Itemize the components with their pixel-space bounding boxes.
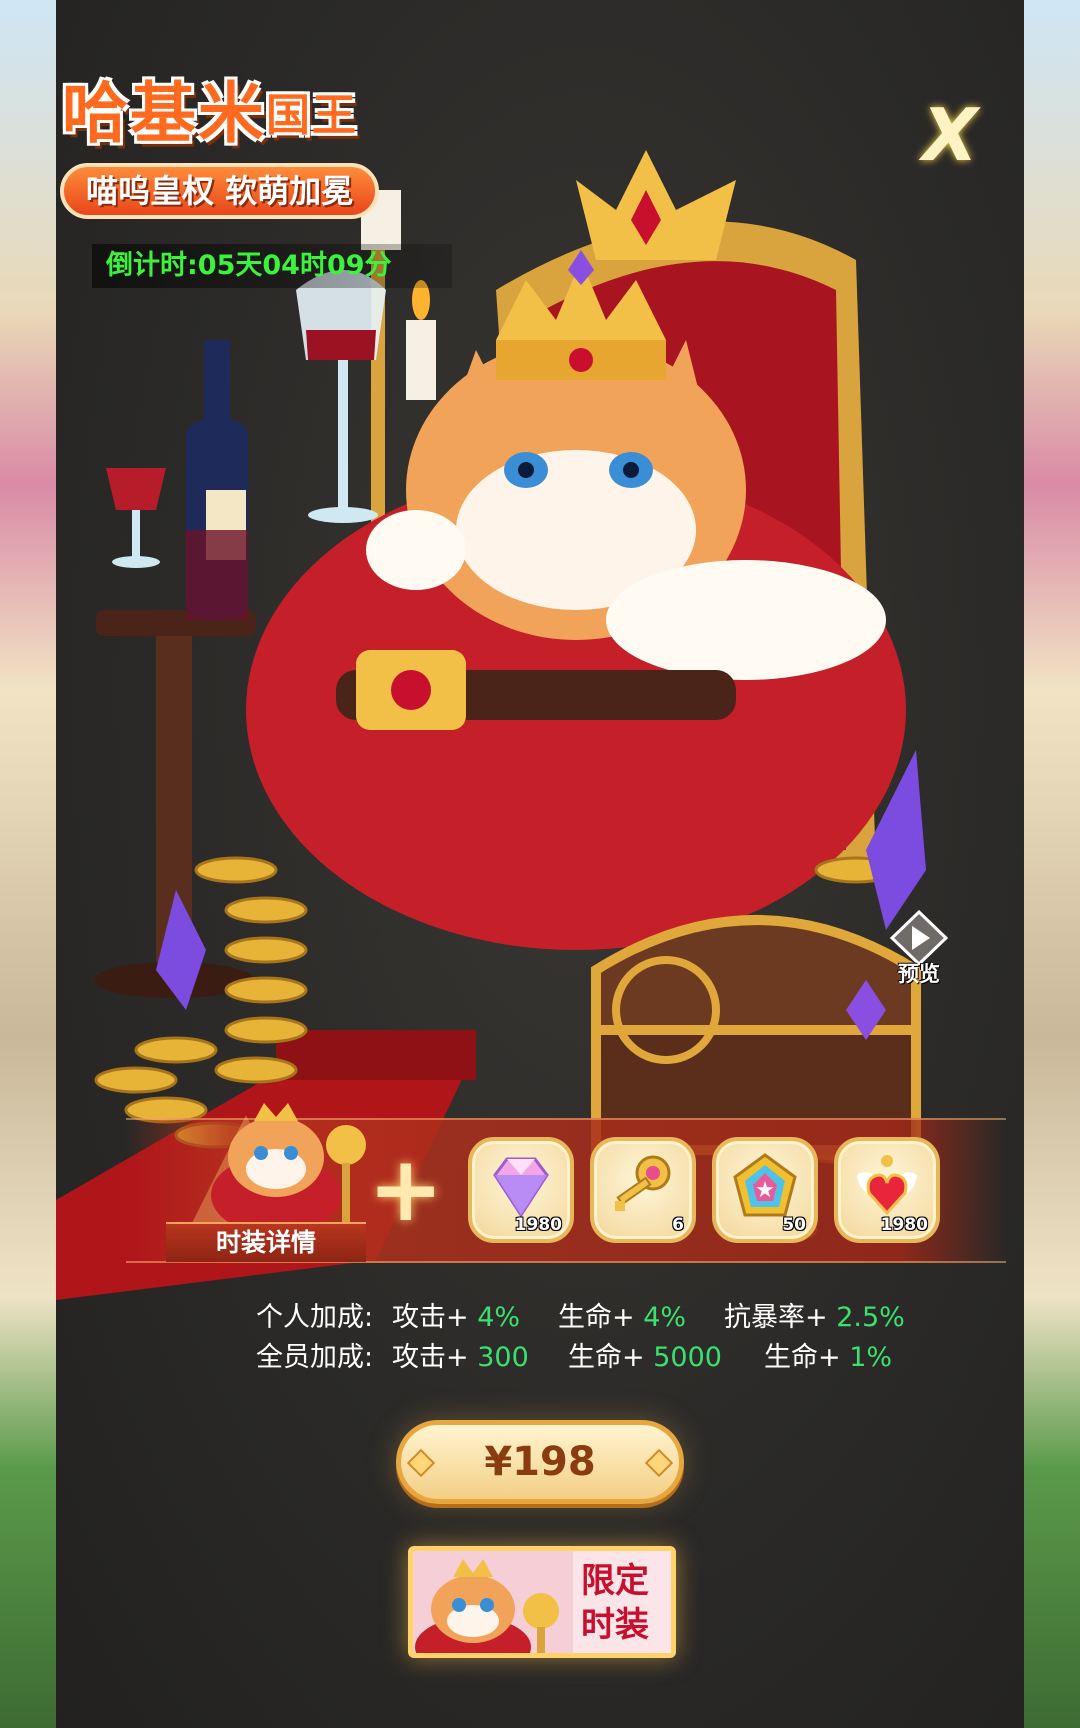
item-count: 1980 <box>880 1215 928 1235</box>
crit-resist-value: 2.5% <box>836 1302 905 1333</box>
plus-sign: + <box>368 1137 444 1242</box>
hp-value: 5000 <box>653 1342 722 1373</box>
limited-outfit-badge[interactable]: 限定 时装 <box>408 1546 676 1658</box>
event-subtitle: 喵呜皇权 软萌加冕 <box>60 163 380 219</box>
hp-label: 生命+ <box>558 1302 635 1333</box>
crit-resist-label: 抗暴率+ <box>724 1302 828 1333</box>
preview-button[interactable]: 预览 <box>884 910 954 990</box>
hp-percent-value: 1% <box>849 1342 893 1373</box>
hp-percent-label: 生命+ <box>764 1342 841 1373</box>
countdown-timer: 倒计时:05天04时09分 <box>92 244 452 288</box>
diamond-icon <box>493 1157 549 1218</box>
badge-line-1: 限定 <box>581 1561 649 1601</box>
attack-label: 攻击+ <box>392 1302 469 1333</box>
close-button[interactable]: X <box>920 99 980 171</box>
winged-heart-icon <box>857 1155 917 1216</box>
costume-shop-panel: 哈基米国王 喵呜皇权 软萌加冕 倒计时:05天04时09分 X 预览 时装详情 … <box>56 0 1024 1728</box>
key-icon <box>615 1155 671 1211</box>
event-title: 哈基米国王 <box>62 60 358 156</box>
svg-text:★: ★ <box>755 1178 775 1203</box>
hp-label: 生命+ <box>568 1342 645 1373</box>
badge-line-2: 时装 <box>581 1605 649 1645</box>
reward-item-key[interactable]: 6 <box>590 1137 696 1243</box>
limited-outfit-text: 限定 时装 <box>567 1559 663 1647</box>
reward-item-winged-heart[interactable]: 1980 <box>834 1137 940 1243</box>
reward-item-diamond[interactable]: 1980 <box>468 1137 574 1243</box>
title-main: 哈基米 <box>62 75 266 152</box>
item-count: 50 <box>782 1215 806 1235</box>
cat-king-icon <box>186 1103 366 1235</box>
title-suffix: 国王 <box>266 90 358 141</box>
reward-item-rainbow-badge[interactable]: ★ 50 <box>712 1137 818 1243</box>
rainbow-badge-icon: ★ <box>733 1153 797 1217</box>
cat-king-icon <box>413 1551 573 1653</box>
team-bonus-row: 全员加成: 攻击+ 300 生命+ 5000 生命+ 1% <box>256 1338 905 1378</box>
attack-value: 4% <box>477 1302 521 1333</box>
item-count: 6 <box>672 1215 684 1235</box>
item-count: 1980 <box>514 1215 562 1235</box>
bonus-stats: 个人加成: 攻击+ 4% 生命+ 4% 抗暴率+ 2.5% 全员加成: 攻击+ … <box>256 1298 905 1378</box>
personal-bonus-label: 个人加成: <box>256 1302 374 1333</box>
team-bonus-label: 全员加成: <box>256 1342 374 1373</box>
outfit-details-button[interactable]: 时装详情 <box>166 1222 366 1262</box>
preview-label: 预览 <box>898 962 940 986</box>
background-right-strip <box>1024 0 1080 1728</box>
hp-value: 4% <box>643 1302 687 1333</box>
background-left-strip <box>0 0 56 1728</box>
attack-label: 攻击+ <box>392 1342 469 1373</box>
close-icon: X <box>922 93 978 177</box>
personal-bonus-row: 个人加成: 攻击+ 4% 生命+ 4% 抗暴率+ 2.5% <box>256 1298 905 1338</box>
attack-value: 300 <box>477 1342 529 1373</box>
purchase-button[interactable]: ¥198 <box>396 1420 684 1504</box>
